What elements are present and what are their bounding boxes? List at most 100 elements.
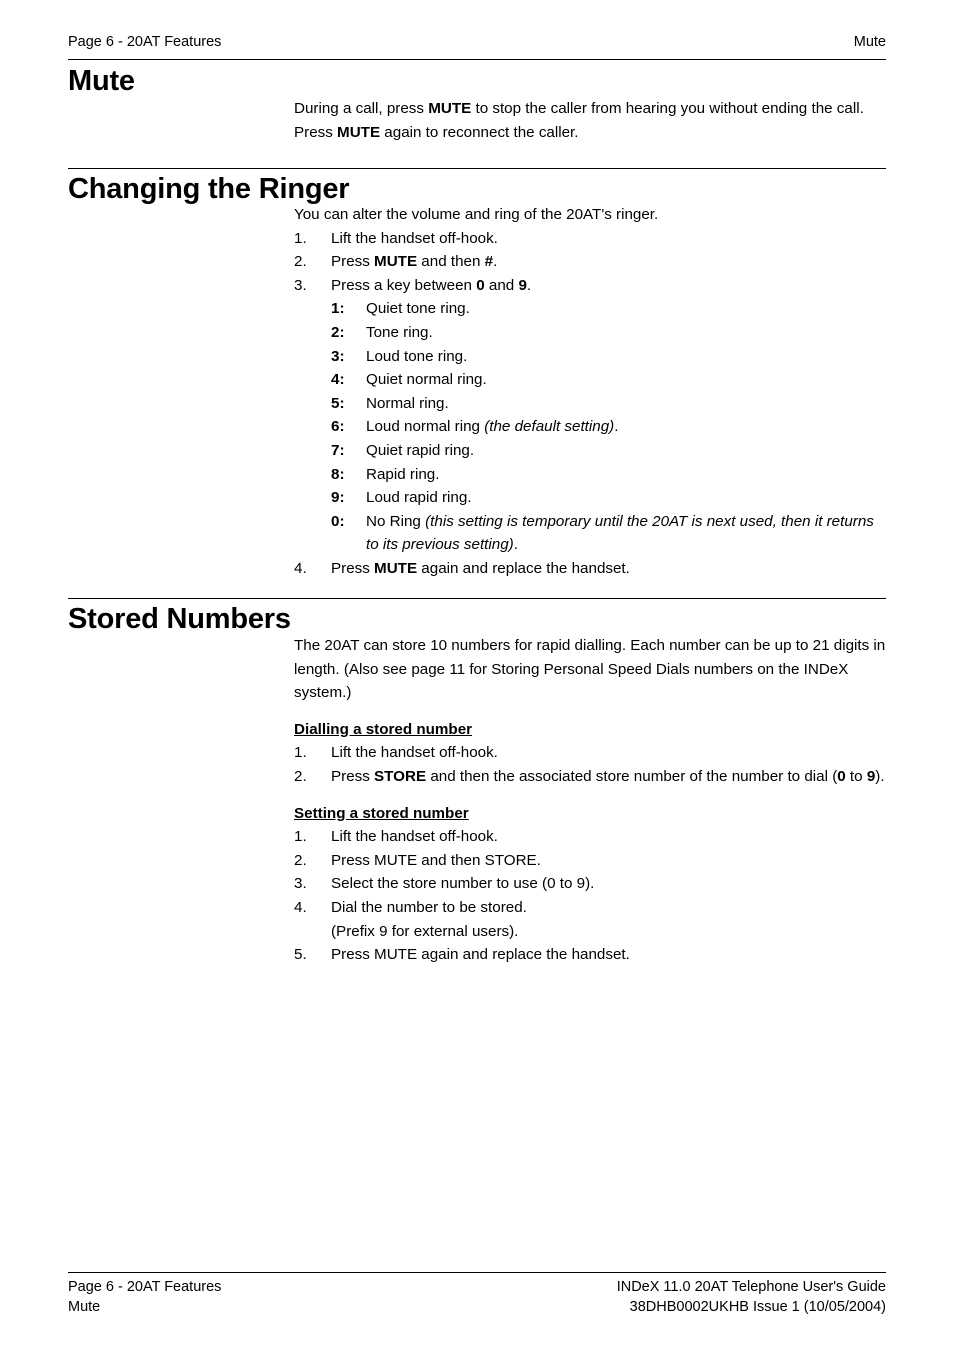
list-marker: 5. [294,946,307,964]
list-item: 4. Press MUTE again and replace the hand… [294,557,886,581]
option-post: . [614,418,619,436]
step-keyword-1: STORE [374,767,427,785]
option-text: No Ring (this setting is temporary until… [366,513,874,554]
list-marker: 4. [294,898,307,916]
option-text: Normal ring. [366,394,449,412]
list-item-text: Press MUTE and then #. [331,250,886,274]
running-header-left: Page 6 - 20AT Features [68,34,222,50]
list-marker: 1. [294,744,307,762]
subheading-dialling-a-stored-number: Dialling a stored number [294,720,473,738]
mute-paragraph: During a call, press MUTE to stop the ca… [294,97,886,144]
option-marker: 2: [331,323,345,341]
list-marker: 3. [294,276,307,294]
list-item-text: Lift the handset off-hook. [331,229,498,247]
step-keyword-2: 9 [518,276,527,294]
list-item: 0: No Ring (this setting is temporary un… [331,510,886,557]
step-pre: Press a key between [331,276,477,294]
list-item: 4: Quiet normal ring. [331,368,886,392]
footer-left-line-1: Page 6 - 20AT Features [68,1279,222,1295]
list-item: 3: Loud tone ring. [331,345,886,369]
footer-left-line-2: Mute [68,1299,101,1315]
setting-steps-list: 1. Lift the handset off-hook. 2. Press M… [294,825,886,967]
subheading-setting-a-stored-number: Setting a stored number [294,804,469,822]
list-item: 5: Normal ring. [331,392,886,416]
list-item: 4. Dial the number to be stored. (Prefix… [294,896,886,943]
step-mid: and then [417,253,485,271]
step-keyword-3: 9 [866,767,876,785]
header-divider [68,59,886,60]
option-pre: No Ring [366,512,426,530]
step-post: ). [875,767,885,785]
option-text: Quiet rapid ring. [366,441,475,459]
list-item: 6: Loud normal ring (the default setting… [331,415,886,439]
list-item: 2. Press MUTE and then STORE. [294,849,886,873]
option-marker: 4: [331,371,345,389]
list-item: 1. Lift the handset off-hook. [294,741,886,765]
step-pre: Press [331,559,375,577]
option-emphasis: (this setting is temporary until the 20A… [366,512,874,554]
list-item: 3. Press a key between 0 and 9. [294,274,886,298]
footer-right-line-2: 38DHB0002UKHB Issue 1 (10/05/2004) [629,1299,886,1315]
ringer-options-list: 1: Quiet tone ring. 2: Tone ring. 3: Lou… [294,297,886,557]
option-marker: 6: [331,418,345,436]
list-item-text: Press a key between 0 and 9. [331,274,886,298]
list-marker: 3. [294,875,307,893]
step-mid: and then the associated store number of … [426,767,838,785]
option-text: Loud normal ring (the default setting). [366,418,618,435]
section-heading-mute: Mute [68,65,135,97]
ringer-body: You can alter the volume and ring of the… [294,203,886,581]
list-marker: 1. [294,828,307,846]
stored-body: The 20AT can store 10 numbers for rapid … [294,634,886,967]
option-marker: 1: [331,300,345,318]
list-item-text: Lift the handset off-hook. [331,828,498,846]
step-post: . [493,253,498,271]
list-item-text: Press MUTE and then STORE. [331,851,541,869]
step-keyword-1: MUTE [374,253,418,271]
option-marker: 9: [331,489,345,507]
document-page: Page 6 - 20AT Features Mute Mute During … [0,0,954,1351]
list-marker: 2. [294,253,307,271]
list-item: 2: Tone ring. [331,321,886,345]
list-item-text: Press STORE and then the associated stor… [331,765,886,789]
list-item: 1. Lift the handset off-hook. [294,825,886,849]
step-mid-2: to [845,767,867,785]
list-item: 3. Select the store number to use (0 to … [294,872,886,896]
option-text: Loud tone ring. [366,347,468,365]
step-mid: and [484,276,519,294]
list-item-text: Press MUTE again and replace the handset… [331,946,630,964]
list-item: 1. Lift the handset off-hook. [294,227,886,251]
list-item: 2. Press MUTE and then #. [294,250,886,274]
option-text: Quiet normal ring. [366,371,487,389]
step-post: . [526,276,532,294]
running-header-right: Mute [853,34,886,50]
list-item: 8: Rapid ring. [331,463,886,487]
list-item: 1: Quiet tone ring. [331,297,886,321]
option-text: Tone ring. [366,323,433,341]
page-footer: Page 6 - 20AT Features Mute INDeX 11.0 2… [68,1277,886,1317]
list-item: 2. Press STORE and then the associated s… [294,765,886,789]
step-keyword-2: # [484,253,494,271]
list-item-text: Lift the handset off-hook. [331,744,498,762]
option-pre: Loud normal ring [366,418,485,436]
option-marker: 0: [331,512,345,530]
list-marker: 1. [294,229,307,247]
section-heading-changing-the-ringer: Changing the Ringer [68,173,350,205]
running-header: Page 6 - 20AT Features Mute [68,33,886,51]
list-item-text: Dial the number to be stored. [331,898,527,916]
step-post: again and replace the handset. [417,559,630,577]
step-keyword-2: 0 [837,767,846,785]
stored-section-divider [68,598,886,599]
mute-body: During a call, press MUTE to stop the ca… [294,97,886,144]
option-text: Rapid ring. [366,465,440,483]
list-item-text-continuation: (Prefix 9 for external users). [331,922,519,940]
mute-keyword-2: MUTE [337,123,381,141]
list-marker: 4. [294,559,307,577]
list-item: 9: Loud rapid ring. [331,486,886,510]
page-content: Page 6 - 20AT Features Mute Mute During … [68,0,886,1351]
step-pre: Press [331,253,375,271]
mute-para-pre: During a call, press [294,100,429,117]
footer-right: INDeX 11.0 20AT Telephone User's Guide 3… [617,1277,886,1317]
list-item: 7: Quiet rapid ring. [331,439,886,463]
